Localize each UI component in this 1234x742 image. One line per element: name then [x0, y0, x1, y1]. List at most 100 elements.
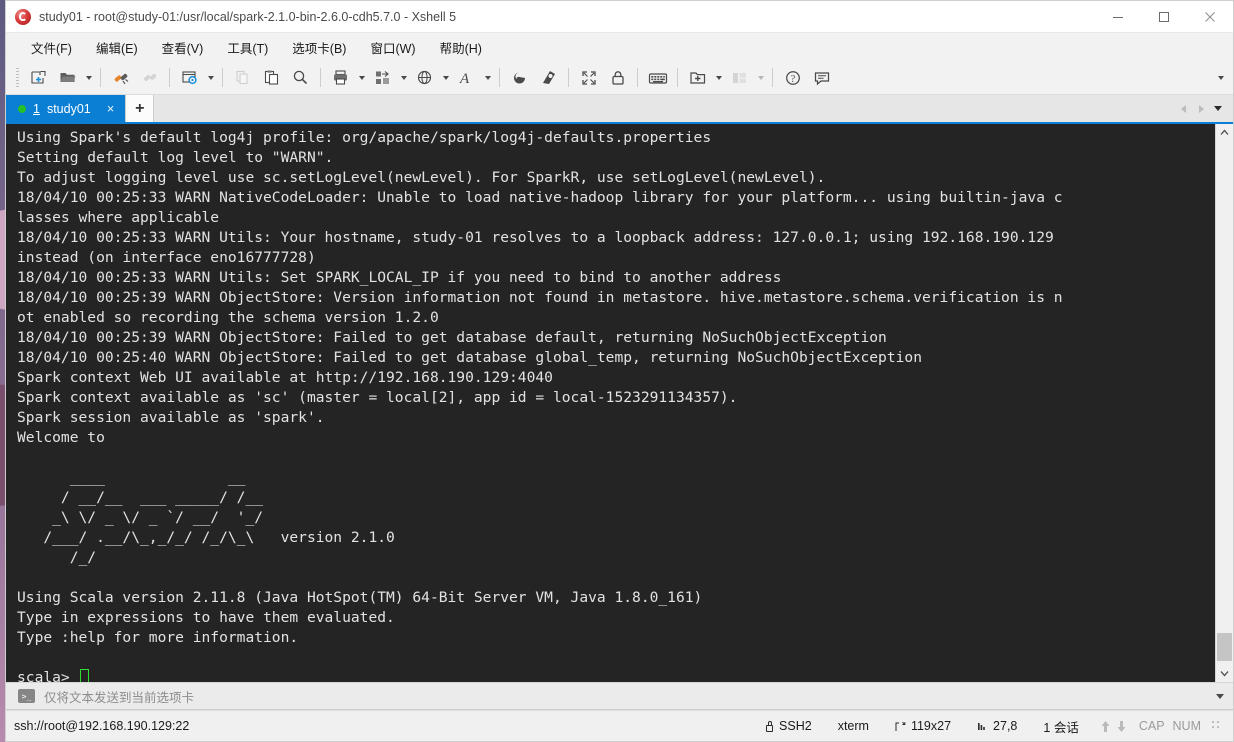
fullscreen-icon[interactable] [574, 65, 603, 90]
session-properties-icon[interactable] [175, 65, 204, 90]
status-sessions: 1 会话 [1043, 720, 1079, 735]
tab-scroll-right-icon[interactable] [1193, 99, 1209, 119]
resize-grip[interactable] [1211, 720, 1223, 732]
lock-icon [765, 720, 774, 732]
feedback-icon[interactable] [807, 65, 836, 90]
scrollbar-track[interactable] [1216, 141, 1233, 665]
menu-tools[interactable]: 工具(T) [216, 35, 279, 60]
svg-text:?: ? [790, 74, 795, 85]
tab-status-dot [18, 104, 26, 113]
tab-scroll-left-icon[interactable] [1175, 99, 1191, 119]
window-controls [1095, 1, 1233, 32]
status-url: ssh://root@192.168.190.129:22 [14, 719, 190, 733]
help-icon[interactable]: ? [778, 65, 807, 90]
tab-label: study01 [46, 101, 91, 116]
terminal-area: Using Spark's default log4j profile: org… [6, 122, 1233, 682]
connect-icon[interactable] [106, 65, 135, 90]
sftp-icon[interactable] [505, 65, 534, 90]
xftp-icon[interactable] [534, 65, 563, 90]
tab-study01[interactable]: 1 study01 × [6, 95, 126, 122]
close-button[interactable] [1187, 1, 1233, 32]
toolbar-separator [772, 68, 773, 87]
add-to-group-icon[interactable] [683, 65, 712, 90]
toolbar-grip[interactable] [16, 68, 19, 87]
menu-bar: 文件(F) 编辑(E) 查看(V) 工具(T) 选项卡(B) 窗口(W) 帮助(… [6, 33, 1233, 61]
print-caret[interactable] [355, 65, 368, 90]
tab-list-menu-icon[interactable] [1211, 99, 1225, 119]
status-cursor-position: 27,8 [964, 719, 1030, 733]
menu-view[interactable]: 查看(V) [151, 35, 215, 60]
toolbar-separator [568, 68, 569, 87]
scroll-up-icon[interactable] [1216, 124, 1233, 141]
new-tab-button[interactable]: + [125, 95, 155, 122]
send-target-caret-icon[interactable] [1216, 683, 1224, 709]
font-icon[interactable]: A [452, 65, 481, 90]
title-bar: study01 - root@study-01:/usr/local/spark… [6, 1, 1233, 33]
status-size: 119x27 [882, 719, 964, 733]
send-input-placeholder[interactable]: 仅将文本发送到当前选项卡 [44, 687, 194, 706]
status-caps-lock: CAP [1138, 719, 1165, 733]
toolbar-separator [320, 68, 321, 87]
open-folder-icon[interactable] [53, 65, 82, 90]
status-terminal-type: xterm [837, 719, 869, 733]
menu-help[interactable]: 帮助(H) [429, 35, 493, 60]
lock-icon[interactable] [603, 65, 632, 90]
toolbar-separator [637, 68, 638, 87]
status-protocol-label: SSH2 [779, 719, 812, 733]
web-icon[interactable] [410, 65, 439, 90]
command-prompt-icon: >_ [18, 689, 35, 703]
status-cursor-label: 27,8 [993, 719, 1018, 733]
tab-nav-controls [1175, 95, 1233, 122]
window-title: study01 - root@study-01:/usr/local/spark… [39, 9, 457, 24]
resize-icon [895, 721, 906, 731]
tab-bar: 1 study01 × + [6, 95, 1233, 122]
paste-icon[interactable] [257, 65, 286, 90]
transfer-icon[interactable] [368, 65, 397, 90]
toolbar-separator [100, 68, 101, 87]
terminal-output: Using Spark's default log4j profile: org… [17, 128, 1215, 682]
web-caret[interactable] [439, 65, 452, 90]
arrange-caret [754, 65, 767, 90]
xshell-icon [15, 8, 31, 25]
svg-text:A: A [459, 71, 470, 87]
status-protocol: SSH2 [752, 719, 825, 733]
status-right-group: SSH2 xterm 119x27 27,8 1 会话 CAP NUM [752, 717, 1233, 736]
copy-icon [228, 65, 257, 90]
status-size-label: 119x27 [910, 719, 952, 733]
send-to-tab-bar[interactable]: >_ 仅将文本发送到当前选项卡 [6, 682, 1233, 709]
terminal-scrollbar[interactable] [1215, 124, 1233, 682]
toolbar-overflow[interactable] [1214, 61, 1227, 94]
toolbar-separator [222, 68, 223, 87]
menu-window[interactable]: 窗口(W) [359, 35, 426, 60]
cursor-pos-icon [978, 722, 985, 730]
minimize-button[interactable] [1095, 1, 1141, 32]
new-session-icon[interactable] [24, 65, 53, 90]
menu-edit[interactable]: 编辑(E) [85, 35, 149, 60]
font-caret[interactable] [481, 65, 494, 90]
toolbar-separator [169, 68, 170, 87]
xshell-window: study01 - root@study-01:/usr/local/spark… [5, 0, 1234, 710]
status-transfer-indicators [1092, 720, 1135, 733]
upload-arrow-icon [1101, 720, 1110, 732]
keyboard-icon[interactable] [643, 65, 672, 90]
disconnect-icon [135, 65, 164, 90]
find-icon[interactable] [286, 65, 315, 90]
add-to-group-caret[interactable] [712, 65, 725, 90]
toolbar-separator [499, 68, 500, 87]
toolbar-separator [677, 68, 678, 87]
print-icon[interactable] [326, 65, 355, 90]
menu-file[interactable]: 文件(F) [20, 35, 83, 60]
tab-close-icon[interactable]: × [104, 102, 118, 115]
tab-number: 1 [33, 101, 40, 116]
maximize-button[interactable] [1141, 1, 1187, 32]
terminal-screen[interactable]: Using Spark's default log4j profile: org… [6, 124, 1215, 682]
scrollbar-thumb[interactable] [1217, 633, 1232, 661]
arrange-icon [725, 65, 754, 90]
menu-tabs[interactable]: 选项卡(B) [281, 35, 357, 60]
session-properties-caret[interactable] [204, 65, 217, 90]
toolbar: A ? [6, 61, 1233, 95]
scroll-down-icon[interactable] [1216, 665, 1233, 682]
transfer-caret[interactable] [397, 65, 410, 90]
download-arrow-icon [1117, 720, 1126, 732]
open-folder-caret[interactable] [82, 65, 95, 90]
